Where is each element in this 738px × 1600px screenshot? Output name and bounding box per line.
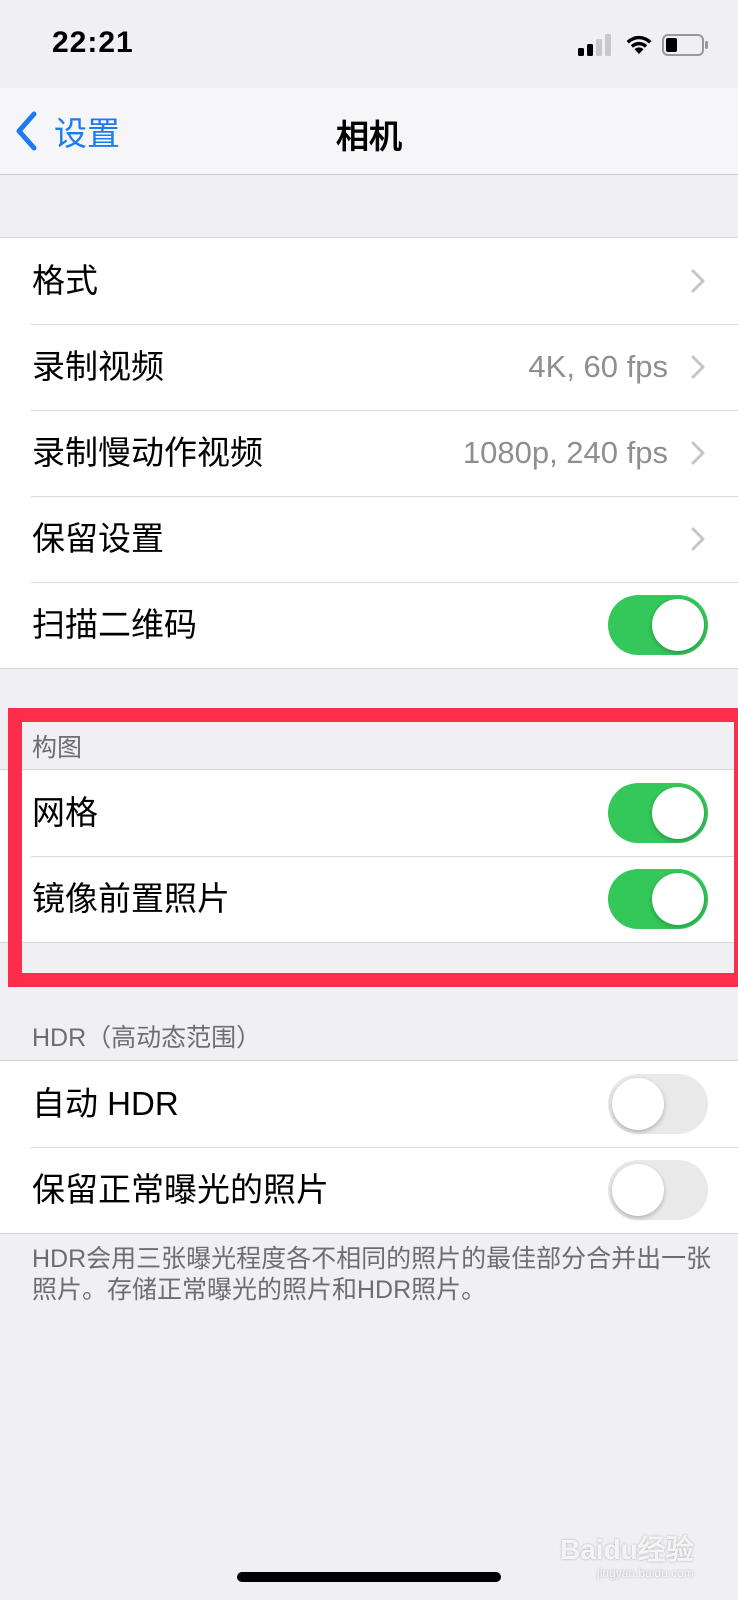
scan-qr-codes-toggle[interactable]: [608, 595, 708, 655]
camera-settings-group: 格式 录制视频 4K, 60 fps 录制慢动作视频 1080p, 240 fp…: [0, 237, 738, 669]
row-label: 自动 HDR: [32, 1085, 179, 1122]
row-label: 保留正常曝光的照片: [32, 1171, 329, 1208]
chevron-right-icon: [691, 441, 705, 465]
mirror-front-camera-toggle[interactable]: [608, 869, 708, 929]
scan-qr-codes-row: 扫描二维码: [0, 582, 738, 668]
status-time: 22:21: [52, 26, 134, 59]
cellular-signal-icon: [578, 34, 611, 56]
row-label: 保留设置: [32, 520, 164, 557]
row-value: 1080p, 240 fps: [462, 435, 668, 470]
status-bar: 22:21: [0, 0, 738, 88]
grid-row: 网格: [0, 770, 738, 856]
row-label: 录制视频: [32, 348, 164, 385]
hdr-footer-note: HDR会用三张曝光程度各不相同的照片的最佳部分合并出一张照片。存储正常曝光的照片…: [32, 1245, 712, 1304]
toggle-knob: [652, 599, 704, 651]
home-indicator[interactable]: [237, 1572, 501, 1582]
mirror-front-camera-row: 镜像前置照片: [0, 856, 738, 942]
toggle-knob: [652, 873, 704, 925]
toggle-knob: [612, 1164, 664, 1216]
battery-icon: [662, 34, 708, 56]
composition-group: 网格 镜像前置照片: [0, 769, 738, 943]
page-title: 相机: [336, 118, 402, 155]
keep-normal-photo-toggle[interactable]: [608, 1160, 708, 1220]
hdr-section-header: HDR（高动态范围）: [32, 1024, 262, 1052]
row-label: 扫描二维码: [32, 606, 197, 643]
row-label: 格式: [32, 262, 98, 299]
record-video-row[interactable]: 录制视频 4K, 60 fps: [0, 324, 738, 410]
wifi-icon: [626, 35, 652, 54]
grid-toggle[interactable]: [608, 783, 708, 843]
navigation-bar: 设置 相机: [0, 88, 738, 175]
watermark-text: Baidu经验: [560, 1534, 694, 1565]
watermark-sub: jingyan.baidu.com: [597, 1566, 694, 1580]
chevron-right-icon: [691, 269, 705, 293]
row-value: 4K, 60 fps: [528, 349, 668, 384]
hdr-group: 自动 HDR 保留正常曝光的照片: [0, 1060, 738, 1234]
auto-hdr-toggle[interactable]: [608, 1074, 708, 1134]
keep-normal-photo-row: 保留正常曝光的照片: [0, 1147, 738, 1233]
toggle-knob: [612, 1078, 664, 1130]
row-label: 录制慢动作视频: [32, 434, 263, 471]
row-label: 镜像前置照片: [32, 880, 230, 917]
record-slo-mo-row[interactable]: 录制慢动作视频 1080p, 240 fps: [0, 410, 738, 496]
toggle-knob: [652, 787, 704, 839]
chevron-right-icon: [691, 355, 705, 379]
auto-hdr-row: 自动 HDR: [0, 1061, 738, 1147]
preserve-settings-row[interactable]: 保留设置: [0, 496, 738, 582]
row-label: 网格: [32, 794, 98, 831]
chevron-right-icon: [691, 527, 705, 551]
baidu-watermark: Baidu经验 jingyan.baidu.com: [560, 1528, 694, 1580]
composition-section-header: 构图: [32, 734, 83, 762]
format-row[interactable]: 格式: [0, 238, 738, 324]
